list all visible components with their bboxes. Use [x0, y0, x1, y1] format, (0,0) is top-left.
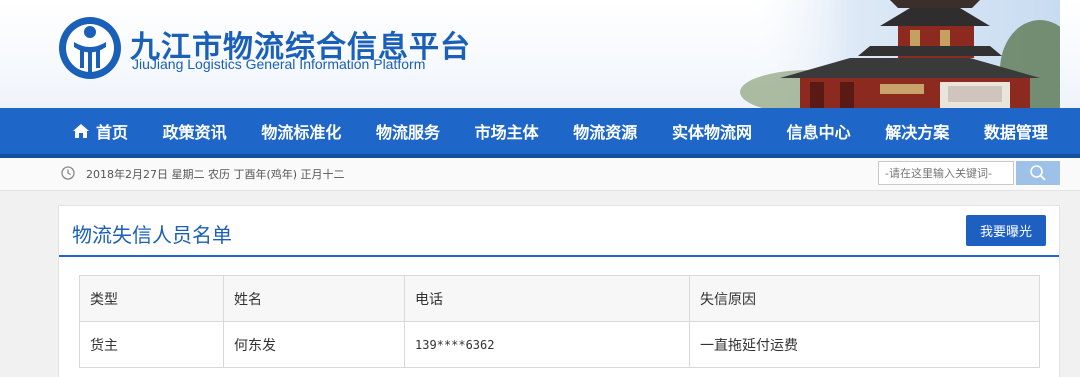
site-header: 九江市物流综合信息平台 JiuJiang Logistics General I… [0, 0, 1080, 108]
cell-phone: 139****6362 [404, 321, 690, 368]
search-button[interactable] [1016, 161, 1060, 185]
blacklist-panel: 物流失信人员名单 我要曝光 类型 姓名 电话 失信原因 货主 何东发 139**… [58, 205, 1060, 377]
nav-item-standardization[interactable]: 物流标准化 [261, 119, 341, 143]
column-header-type: 类型 [79, 275, 224, 322]
nav-item-logistics-services[interactable]: 物流服务 [376, 119, 440, 143]
table-row: 货主 何东发 139****6362 一直拖延付运费 [79, 321, 1040, 368]
column-header-phone: 电话 [404, 275, 690, 322]
nav-item-physical-network[interactable]: 实体物流网 [672, 119, 752, 143]
panel-title: 物流失信人员名单 [72, 223, 232, 247]
nav-item-logistics-resources[interactable]: 物流资源 [573, 119, 637, 143]
column-header-name: 姓名 [223, 275, 405, 322]
cell-reason: 一直拖延付运费 [689, 321, 1040, 368]
search-input[interactable] [878, 161, 1014, 185]
cell-type: 货主 [79, 321, 224, 368]
current-date: 2018年2月27日 星期二 农历 丁酉年(鸡年) 正月十二 [86, 168, 345, 181]
column-header-reason: 失信原因 [689, 275, 1040, 322]
expose-button[interactable]: 我要曝光 [966, 215, 1046, 246]
brand-name-english: JiuJiang Logistics General Information P… [132, 56, 426, 72]
clock-icon [61, 166, 75, 180]
cell-name: 何东发 [223, 321, 405, 368]
nav-item-data-management[interactable]: 数据管理 [984, 119, 1048, 143]
nav-item-policy-news[interactable]: 政策资讯 [163, 119, 227, 143]
nav-item-label: 首页 [96, 123, 129, 142]
nav-item-solutions[interactable]: 解决方案 [885, 119, 949, 143]
nav-item-market-entities[interactable]: 市场主体 [475, 119, 539, 143]
search-icon [1030, 165, 1046, 181]
table-header-row: 类型 姓名 电话 失信原因 [79, 275, 1040, 322]
platform-logo [59, 17, 121, 79]
nav-item-home[interactable]: 首页 [72, 119, 128, 143]
home-icon [73, 124, 89, 138]
main-navigation: 首页 政策资讯 物流标准化 物流服务 市场主体 物流资源 实体物流网 信息中心 … [0, 108, 1080, 158]
blacklist-table: 类型 姓名 电话 失信原因 货主 何东发 139****6362 一直拖延付运费 [79, 275, 1040, 368]
title-divider [59, 255, 1059, 257]
temple-banner-image [740, 0, 1060, 108]
nav-item-info-center[interactable]: 信息中心 [787, 119, 851, 143]
